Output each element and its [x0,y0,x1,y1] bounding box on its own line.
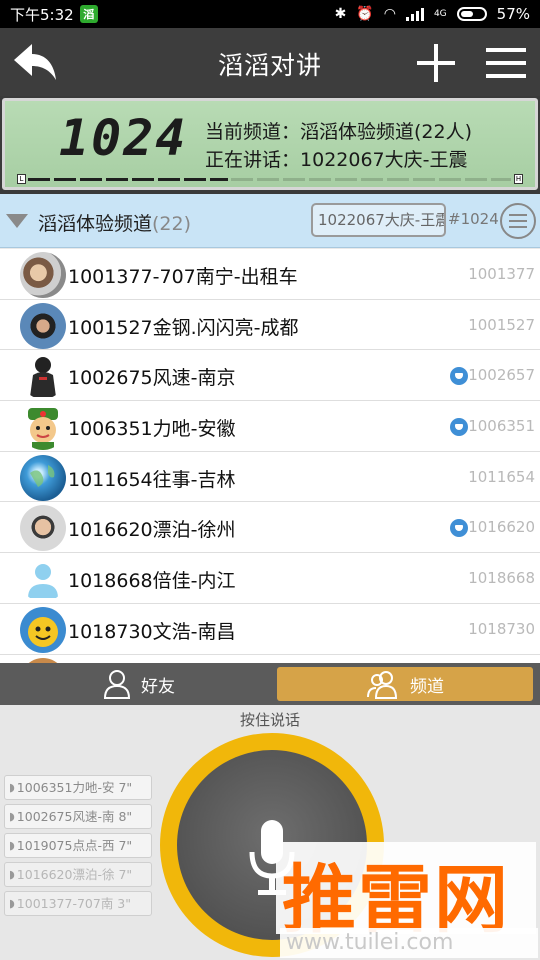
status-time: 下午5:32 [10,5,74,24]
member-list: 1001377-707南宁-出租车 1001377 1001527金钢.闪闪亮-… [0,249,540,663]
bluetooth-icon: ✱ [334,6,347,22]
tab-friends[interactable]: 好友 [8,667,270,701]
plus-icon [417,44,455,82]
app-notification-icon: 滔 [79,5,98,23]
group-member-count: (22) [152,213,192,235]
watermark: 推雷网 www.tuilei.com [270,836,540,960]
avatar-photo-icon [20,302,66,349]
list-item[interactable]: 1001377-707南宁-出租车 1001377 [0,249,540,300]
member-id: 1001377 [468,265,535,283]
status-bar: 下午5:32 滔 ✱ ⏰ ◠ 4G 57% [0,0,540,28]
member-name: 1001527金钢.闪闪亮-成都 [68,316,299,339]
tab-channel[interactable]: 频道 [277,667,533,701]
avatar-globe-icon [20,454,66,501]
menu-button[interactable] [480,40,532,86]
battery-icon [456,7,487,21]
member-id: 1018730 [468,619,535,638]
meter-high-marker: H [514,174,523,184]
press-to-talk-hint: 按住说话 [239,711,300,729]
avatar-rider-icon [20,353,66,400]
list-item[interactable]: 1006351力吔-安徽 1006351 [0,401,540,452]
sound-wave-icon: ◗ [9,781,15,794]
member-id: 1018668 [468,569,535,588]
list-item[interactable] [0,655,540,663]
network-type: 4G [433,9,447,19]
channel-group-header[interactable]: 滔滔体验频道(22) 1022067大庆-王震 #1024 [0,194,540,248]
member-id: 1002657 [468,366,535,385]
signal-level-meter: L H [17,174,523,184]
add-button[interactable] [412,40,460,86]
signal-icon [405,7,424,21]
current-channel-line: 当前频道：滔滔体验频道(22人) [205,117,472,144]
list-item[interactable]: 1001527金钢.闪闪亮-成都 1001527 [0,300,540,351]
list-item[interactable]: 1002675风速-南京 1002657 [0,350,540,402]
voice-history-item[interactable]: ◗ 1016620漂泊-徐 7" [4,862,152,887]
avatar-photo-icon [20,505,66,552]
meter-active-segments [28,178,228,181]
member-id: 1011654 [468,467,535,486]
collapse-triangle-icon[interactable] [6,214,28,228]
list-item[interactable]: 1018668倍佳-内江 1018668 [0,553,540,604]
bottom-tab-bar: 好友 频道 [0,663,540,705]
member-name: 1018668倍佳-内江 [68,570,236,593]
voice-history-item[interactable]: ◗ 1001377-707南 3" [4,891,152,916]
current-speaker-box: 1022067大庆-王震 [311,203,446,237]
voice-history-item[interactable]: ◗ 1002675风速-南 8" [4,804,152,829]
watermark-url: www.tuilei.com [280,928,538,958]
speaking-line: 正在讲话：1022067大庆-王震 [205,145,468,172]
avatar-cartoon-icon [20,404,66,451]
voice-history-item[interactable]: ◗ 1006351力吔-安 7" [4,775,152,800]
sound-wave-icon: ◗ [9,897,15,910]
person-icon [103,670,131,699]
wifi-icon: ◠ [383,6,396,22]
list-item[interactable]: 1016620漂泊-徐州 1016620 [0,502,540,554]
meter-inactive-segments [231,178,511,181]
member-name: 1006351力吔-安徽 [68,418,236,441]
sound-wave-icon: ◗ [9,868,15,881]
group-name: 滔滔体验频道(22) [38,209,191,236]
lcd-panel-frame: 1024 当前频道：滔滔体验频道(22人) 正在讲话：1022067大庆-王震 … [0,96,540,194]
device-badge-icon [450,367,468,386]
member-name: 1002675风速-南京 [68,367,236,390]
voice-history-list: ◗ 1006351力吔-安 7" ◗ 1002675风速-南 8" ◗ 1019075… [4,775,152,920]
member-name: 1016620漂泊-徐州 [68,519,236,542]
group-menu-button[interactable] [500,203,536,239]
sound-wave-icon: ◗ [9,810,15,823]
hamburger-menu-icon [486,48,526,78]
tab-channel-label: 频道 [410,676,444,697]
group-title: 滔滔体验频道 [38,213,153,235]
avatar-default-icon [20,556,66,603]
group-icon [367,671,398,699]
back-button[interactable] [8,38,62,86]
device-badge-icon [450,519,468,538]
alarm-icon: ⏰ [356,6,374,22]
battery-level: 57% [496,5,530,23]
current-channel-label: 当前频道： [205,121,301,143]
back-arrow-icon [14,44,56,80]
speaking-label: 正在讲话： [205,149,301,171]
current-channel-value: 滔滔体验频道(22人) [300,121,473,143]
speaking-value: 1022067大庆-王震 [300,149,468,171]
avatar-smiley-icon [20,606,66,653]
member-name: 1018730文浩-南昌 [68,620,236,643]
tab-friends-label: 好友 [141,676,175,697]
channel-number-display: 1024 [59,109,188,167]
list-item[interactable]: 1018730文浩-南昌 1018730 [0,604,540,655]
app-header: 滔滔对讲 [0,28,540,96]
member-name: 1001377-707南宁-出租车 [68,266,298,288]
lcd-display: 1024 当前频道：滔滔体验频道(22人) 正在讲话：1022067大庆-王震 … [2,98,538,190]
member-id: 1016620 [468,518,535,537]
avatar-photo-icon [20,252,66,298]
device-badge-icon [450,418,468,437]
member-id: 1006351 [468,417,535,436]
member-name: 1011654往事-吉林 [68,468,236,491]
channel-tag: #1024 [448,210,499,228]
member-id: 1001527 [468,315,535,334]
meter-low-marker: L [17,174,26,184]
sound-wave-icon: ◗ [9,839,15,852]
voice-history-item[interactable]: ◗ 1019075点点-西 7" [4,833,152,858]
list-item[interactable]: 1011654往事-吉林 1011654 [0,452,540,503]
